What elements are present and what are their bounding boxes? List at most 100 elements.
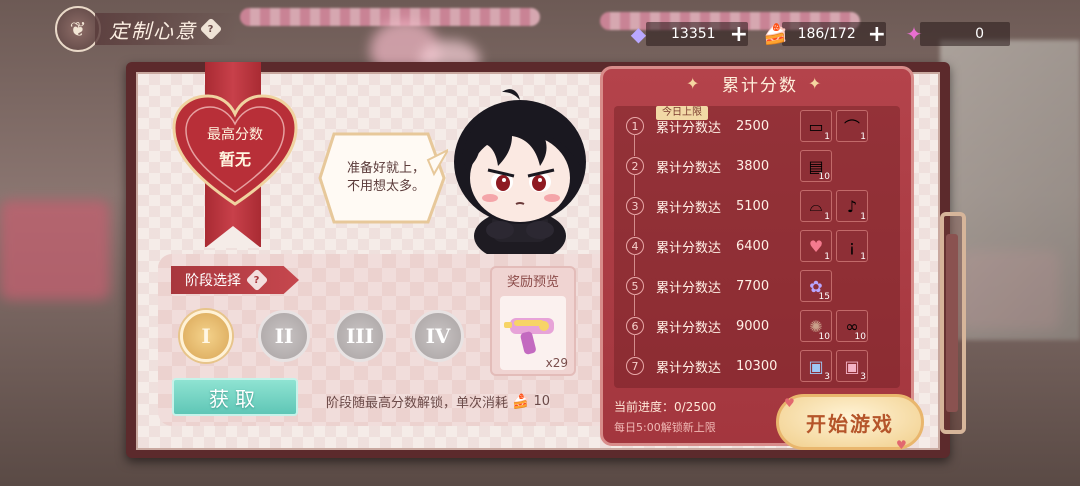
cake-icon: 🍰: [763, 22, 789, 46]
resource-water-gun: ✦ 0: [900, 18, 1010, 50]
speech-line-1: 准备好就上，: [346, 161, 425, 176]
reward-count: 10: [854, 332, 866, 342]
row-value: 5100: [736, 198, 770, 214]
row-value: 10300: [736, 358, 778, 374]
row-label: 累计分数达: [656, 280, 722, 296]
reward-count: 1: [824, 132, 830, 142]
speech-line-2: 不用想太多。: [346, 179, 425, 194]
progress-text: 当前进度：0/2500: [614, 400, 717, 414]
stage-label-text: 阶段选择: [185, 273, 241, 289]
reward-count: 3: [824, 372, 830, 382]
earring-icon[interactable]: ⌒ 1: [836, 110, 868, 142]
reward-count: 1: [824, 212, 830, 222]
giftbox-blue-icon[interactable]: ▣ 3: [800, 350, 832, 382]
reward-count: 10: [818, 172, 830, 182]
row-value: 9000: [736, 318, 770, 334]
ribbon-icon[interactable]: ∞ 10: [836, 310, 868, 342]
book-icon[interactable]: ▤ 10: [800, 150, 832, 182]
reward-preview-quantity: x29: [545, 356, 568, 370]
board-clip-bar: [946, 234, 958, 412]
row-index: 4: [626, 237, 644, 255]
today-limit-tag: 今日上限: [656, 106, 708, 120]
chibi-character: [440, 86, 600, 266]
title-band: 定制心意 ?: [95, 13, 237, 45]
score-row: 5 累计分数达 7700 ✿ 15: [614, 266, 900, 316]
heart-icon: ♥: [784, 396, 795, 410]
add-cake-button[interactable]: +: [868, 22, 886, 47]
top-bar: ❦ 定制心意 ? ◆ 13351 + 🍰 186/172 + ✦ 0: [0, 0, 1080, 64]
row-label: 累计分数达: [656, 320, 722, 336]
stage-label: 阶段选择 ?: [171, 266, 299, 294]
cake-count: 186/172: [797, 26, 856, 42]
speech-text: 准备好就上， 不用想太多。: [334, 160, 438, 196]
page-title: 定制心意: [109, 18, 197, 43]
score-row: 2 累计分数达 3800 ▤ 10: [614, 146, 900, 196]
get-button[interactable]: 获取: [172, 378, 298, 416]
row-index: 2: [626, 157, 644, 175]
help-icon: ?: [208, 23, 214, 35]
stage-option-3[interactable]: III: [334, 310, 386, 362]
reward-preview-title: 奖励预览: [506, 274, 559, 290]
giftbox-pink-icon[interactable]: ▣ 3: [836, 350, 868, 382]
score-row: 6 累计分数达 9000 ✺ 10 ∞ 10: [614, 306, 900, 356]
reward-count: 15: [818, 292, 830, 302]
microphone-icon[interactable]: ♪ 1: [836, 190, 868, 222]
stage-help-button[interactable]: ?: [245, 268, 269, 292]
card-icon[interactable]: ▭ 1: [800, 110, 832, 142]
bottle-icon[interactable]: ¡ 1: [836, 230, 868, 262]
score-list: 1 累计分数达 2500 ▭ 1 ⌒ 1 2 累计分数达 3800 ▤ 10 3 累计…: [614, 106, 900, 388]
score-panel-title: 累计分数: [722, 75, 798, 96]
help-button[interactable]: ?: [199, 17, 223, 41]
heart-icon[interactable]: ♥ 1: [800, 230, 832, 262]
best-score-label: 最高分数: [207, 127, 263, 143]
row-index: 1: [626, 117, 644, 135]
water-gun-icon: ✦: [905, 22, 923, 46]
row-label: 累计分数达: [656, 360, 722, 376]
best-score-value: 暂无: [218, 150, 251, 169]
reward-count: 1: [824, 252, 830, 262]
row-value: 2500: [736, 118, 770, 134]
flower-icon[interactable]: ✿ 15: [800, 270, 832, 302]
background-table: [0, 200, 110, 300]
reward-count: 3: [860, 372, 866, 382]
water-gun-count: 0: [975, 26, 984, 42]
score-row: 7 累计分数达 10300 ▣ 3 ▣ 3: [614, 346, 900, 386]
reward-count: 1: [860, 132, 866, 142]
row-label: 累计分数达: [656, 240, 722, 256]
reward-count: 1: [860, 252, 866, 262]
diamond-count: 13351: [671, 26, 716, 42]
row-value: 7700: [736, 278, 770, 294]
hat-icon[interactable]: ⌓ 1: [800, 190, 832, 222]
character-illustration: [454, 89, 586, 262]
score-row: 3 累计分数达 5100 ⌓ 1 ♪ 1: [614, 186, 900, 236]
resource-diamond: ◆ 13351 +: [626, 18, 748, 50]
unlock-cost: 10: [533, 394, 550, 409]
row-index: 6: [626, 317, 644, 335]
reset-note: 每日5:00解锁新上限: [614, 421, 716, 434]
unlock-note-text: 阶段随最高分数解锁，单次消耗: [326, 396, 509, 411]
cake-icon: 🍰: [512, 393, 530, 410]
stage-option-4[interactable]: IV: [412, 310, 464, 362]
row-index: 3: [626, 197, 644, 215]
row-index: 5: [626, 277, 644, 295]
row-index: 7: [626, 357, 644, 375]
stage-option-1[interactable]: I: [180, 310, 232, 362]
reward-count: 1: [860, 212, 866, 222]
diamond-icon: ◆: [630, 22, 647, 46]
resource-cake: 🍰 186/172 +: [762, 18, 886, 50]
best-score-heart: 最高分数 暂无: [170, 92, 300, 212]
heart-icon: ♥: [896, 438, 907, 452]
title-area: ❦ 定制心意 ?: [55, 6, 237, 52]
row-label: 累计分数达: [656, 200, 722, 216]
speech-bubble: 准备好就上， 不用想太多。: [316, 130, 448, 226]
reward-count: 10: [818, 332, 830, 342]
sparkle-icon: ✦: [686, 74, 700, 93]
reward-preview-card[interactable]: 奖励预览 x29: [490, 266, 576, 376]
unlock-note: 阶段随最高分数解锁，单次消耗 🍰 10: [326, 392, 550, 412]
add-diamond-button[interactable]: +: [730, 22, 748, 47]
stage-option-2[interactable]: II: [258, 310, 310, 362]
row-label: 累计分数达: [656, 160, 722, 176]
pinecone-icon[interactable]: ✺ 10: [800, 310, 832, 342]
help-icon: ?: [254, 274, 260, 286]
row-value: 6400: [736, 238, 770, 254]
